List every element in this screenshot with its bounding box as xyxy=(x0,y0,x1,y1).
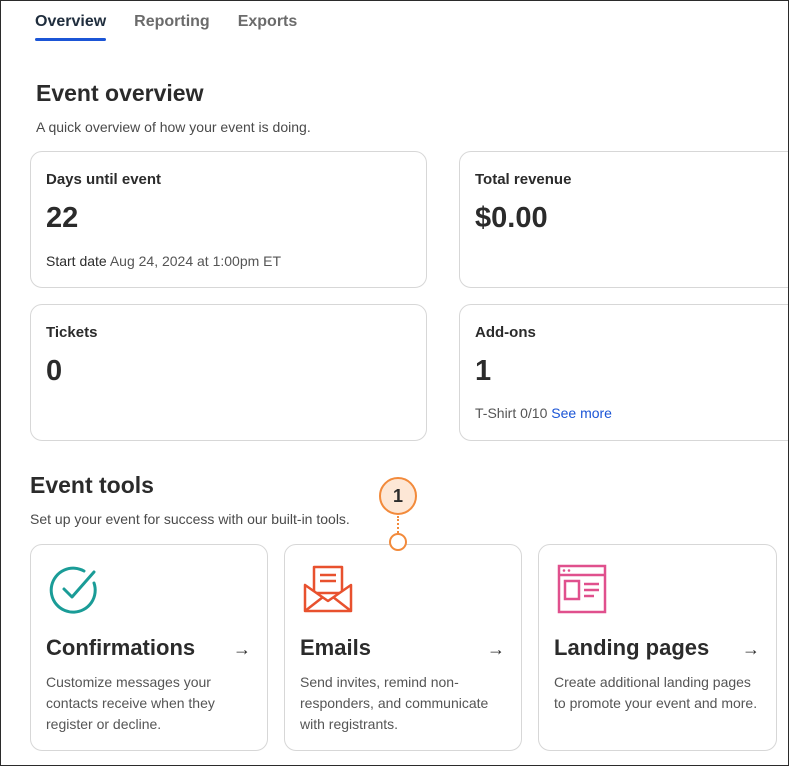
tab-exports[interactable]: Exports xyxy=(238,13,298,39)
days-until-event-label: Days until event xyxy=(46,171,162,188)
landing-pages-title: Landing pages xyxy=(554,635,710,660)
confirmations-description: Customize messages your contacts receive… xyxy=(46,674,215,732)
start-date-value: Aug 24, 2024 at 1:00pm ET xyxy=(109,253,282,269)
add-ons-detail: T-Shirt 0/10 See more xyxy=(475,405,612,421)
webpage-icon xyxy=(557,564,607,614)
tab-reporting[interactable]: Reporting xyxy=(134,13,210,39)
landing-pages-tool-card[interactable]: Landing pages → Create additional landin… xyxy=(538,544,777,751)
tickets-value: 0 xyxy=(46,355,63,387)
see-more-link[interactable]: See more xyxy=(551,405,612,421)
total-revenue-value: $0.00 xyxy=(475,202,548,234)
confirmations-tool-card[interactable]: Confirmations → Customize messages your … xyxy=(30,544,268,751)
callout-target-dot xyxy=(389,533,407,551)
arrow-right-icon: → xyxy=(487,639,505,659)
add-ons-card: Add-ons 1 T-Shirt 0/10 See more xyxy=(459,304,788,441)
start-date-label: Start date xyxy=(46,253,107,269)
tickets-label: Tickets xyxy=(46,324,98,341)
add-ons-value: 1 xyxy=(475,355,492,387)
event-tools-title: Event tools xyxy=(30,472,154,498)
app-frame: Overview Reporting Exports Event overvie… xyxy=(0,0,789,766)
arrow-right-icon: → xyxy=(233,639,251,659)
callout-badge: 1 xyxy=(379,477,417,515)
start-date-text: Start date Aug 24, 2024 at 1:00pm ET xyxy=(46,253,281,269)
landing-pages-description: Create additional landing pages to promo… xyxy=(554,674,758,711)
total-revenue-label: Total revenue xyxy=(475,171,572,188)
tickets-card: Tickets 0 xyxy=(30,304,427,441)
envelope-icon xyxy=(303,565,353,613)
days-until-event-card: Days until event 22 Start date Aug 24, 2… xyxy=(30,151,427,288)
event-tools-subtitle: Set up your event for success with our b… xyxy=(30,511,350,527)
tab-overview[interactable]: Overview xyxy=(35,13,107,41)
add-ons-inventory: T-Shirt 0/10 xyxy=(475,405,548,421)
total-revenue-card: Total revenue $0.00 xyxy=(459,151,788,288)
checkmark-circle-icon xyxy=(49,566,97,614)
emails-title: Emails xyxy=(300,635,371,660)
confirmations-title: Confirmations xyxy=(46,635,196,660)
callout-connector xyxy=(397,516,399,533)
emails-description: Send invites, remind non-responders, and… xyxy=(300,674,489,732)
arrow-right-icon: → xyxy=(742,639,760,659)
event-overview-title: Event overview xyxy=(36,80,204,106)
days-until-event-value: 22 xyxy=(46,202,79,234)
emails-tool-card[interactable]: Emails → Send invites, remind non-respon… xyxy=(284,544,522,751)
event-overview-subtitle: A quick overview of how your event is do… xyxy=(36,119,311,135)
tab-bar: Overview Reporting Exports xyxy=(35,13,298,41)
add-ons-label: Add-ons xyxy=(475,324,536,341)
